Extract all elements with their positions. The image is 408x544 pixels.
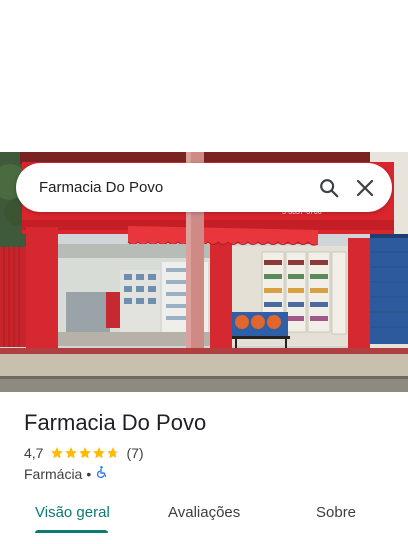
star-icon xyxy=(65,447,78,459)
tab-about[interactable]: Sobre xyxy=(316,504,356,521)
separator-dot: • xyxy=(86,465,92,482)
tab-overview[interactable]: Visão geral xyxy=(35,504,110,521)
place-info-panel: Farmacia Do Povo 4,7 (7) Farmácia • Visã… xyxy=(0,392,408,544)
active-tab-indicator xyxy=(35,530,108,533)
category-row: Farmácia • xyxy=(24,465,108,482)
search-input[interactable]: Farmacia Do Povo xyxy=(39,179,314,196)
close-icon[interactable] xyxy=(350,173,380,203)
place-category[interactable]: Farmácia xyxy=(24,466,82,482)
wheelchair-icon xyxy=(95,465,108,482)
place-tabs: Visão geral Avaliações Sobre xyxy=(0,500,408,544)
tab-reviews[interactable]: Avaliações xyxy=(168,504,240,521)
star-half-icon xyxy=(107,447,120,459)
star-icon xyxy=(93,447,106,459)
rating-row[interactable]: 4,7 (7) xyxy=(24,445,144,461)
search-bar[interactable]: Farmacia Do Povo xyxy=(16,163,392,212)
search-icon[interactable] xyxy=(314,173,344,203)
star-icon xyxy=(51,447,64,459)
place-page: 3-6037-6706 Farmacia Do Povo Farmacia Do… xyxy=(0,0,408,544)
map-blank-area[interactable] xyxy=(0,0,408,152)
star-rating xyxy=(50,446,120,460)
review-count[interactable]: (7) xyxy=(126,445,143,461)
rating-value: 4,7 xyxy=(24,445,44,461)
place-title: Farmacia Do Povo xyxy=(24,410,207,435)
star-icon xyxy=(79,447,92,459)
